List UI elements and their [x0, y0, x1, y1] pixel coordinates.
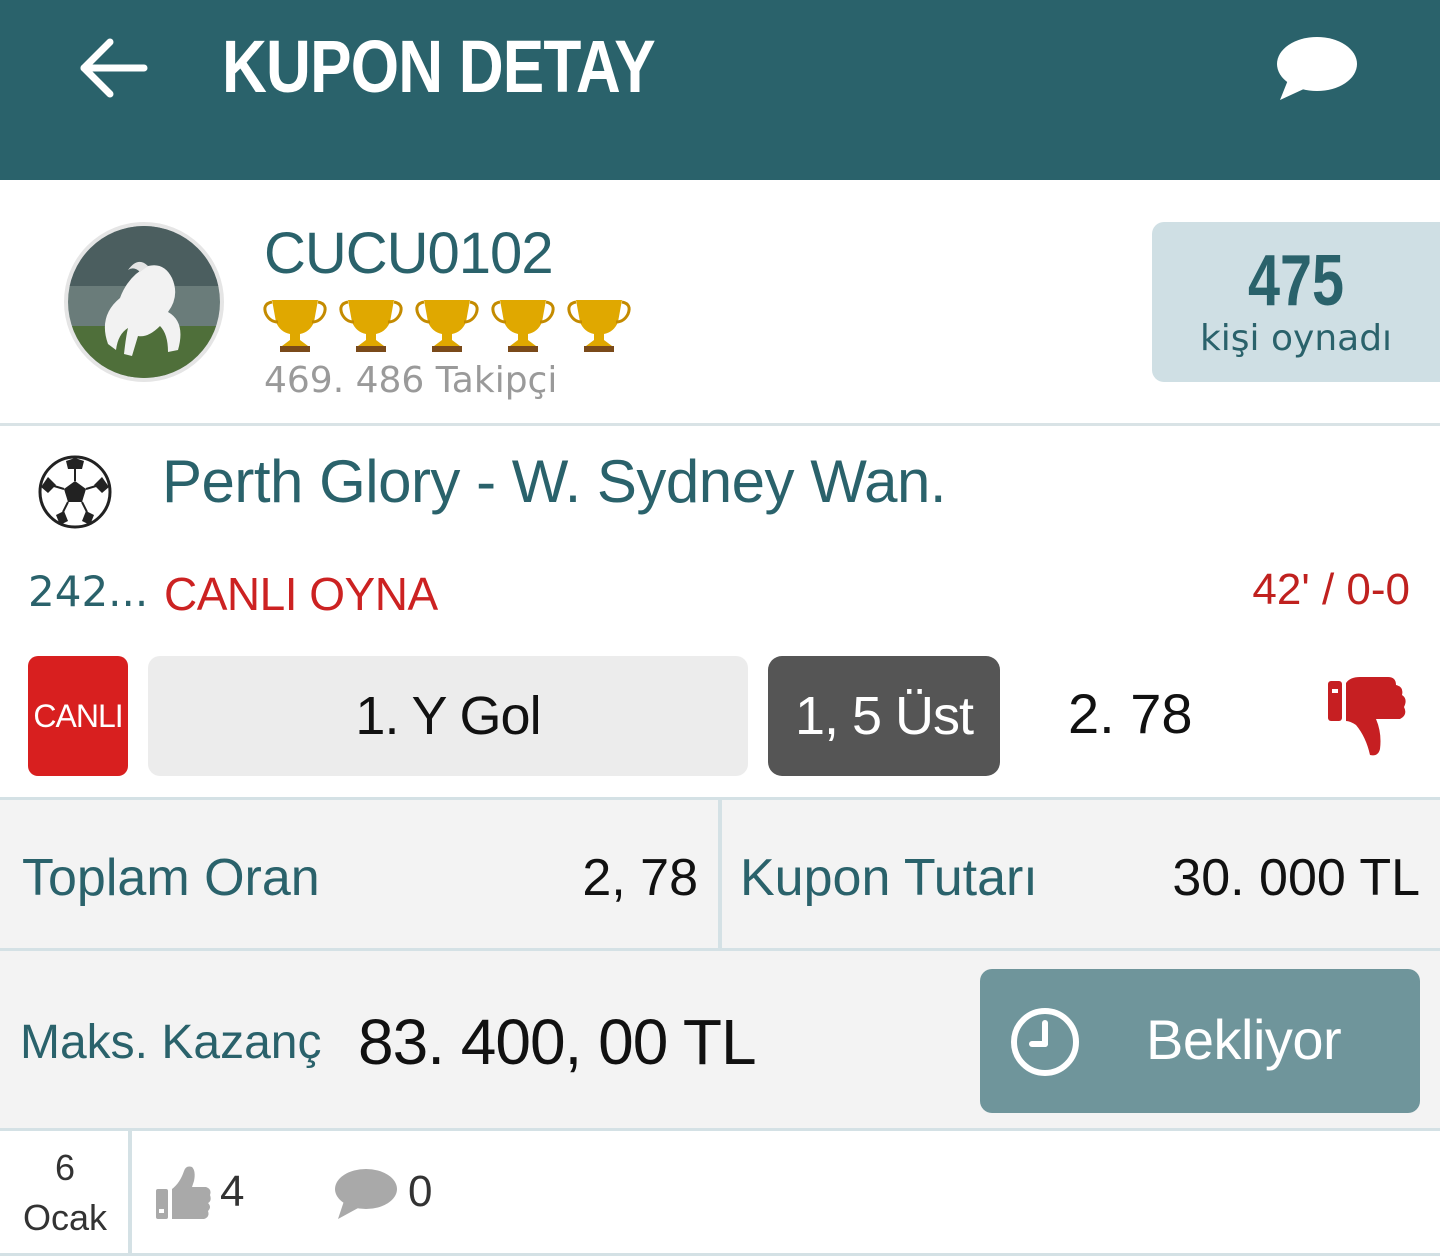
total-odds-value: 2, 78 — [582, 849, 698, 907]
match-teams[interactable]: Perth Glory - W. Sydney Wan. — [162, 447, 947, 516]
thumbs-up-icon[interactable] — [154, 1165, 212, 1223]
chat-button[interactable] — [1272, 30, 1362, 106]
stake-label: Kupon Tutarı — [740, 849, 1038, 907]
trophy-icon — [339, 300, 403, 352]
avatar[interactable] — [64, 222, 224, 382]
bet-odds: 2. 78 — [1068, 682, 1193, 745]
status-label: Bekliyor — [1146, 1008, 1342, 1071]
trophy-icon — [263, 300, 327, 352]
match-code: 242... — [28, 567, 149, 616]
trophy-icon — [491, 300, 555, 352]
follower-count: 469. 486 Takipçi — [264, 360, 558, 401]
thumbs-down-icon — [1328, 677, 1406, 756]
trophy-icon — [415, 300, 479, 352]
live-play-link[interactable]: CANLI OYNA — [164, 567, 438, 621]
clock-icon — [1011, 1008, 1079, 1076]
live-badge: CANLI — [28, 656, 128, 776]
page-title: KUPON DETAY — [222, 25, 656, 108]
comment-count: 0 — [408, 1167, 433, 1216]
match-card: Perth Glory - W. Sydney Wan. 242... CANL… — [0, 429, 1440, 797]
app-header: KUPON DETAY — [0, 0, 1440, 180]
bet-type: 1. Y Gol — [148, 656, 748, 776]
max-win-row: Maks. Kazanç 83. 400, 00 TL Bekliyor — [0, 951, 1440, 1131]
divider — [718, 800, 722, 948]
played-count-box: 475 kişi oynadı — [1152, 222, 1440, 382]
coupon-footer: 6 Ocak 4 0 — [0, 1131, 1440, 1256]
date-day: 6 — [54, 1147, 76, 1188]
max-win-value: 83. 400, 00 TL — [358, 1006, 757, 1078]
divider — [128, 1131, 132, 1253]
status-button[interactable]: Bekliyor — [980, 969, 1420, 1113]
back-button[interactable] — [78, 34, 148, 104]
trophy-icon — [567, 300, 631, 352]
date-month: Ocak — [22, 1197, 108, 1238]
like-count: 4 — [220, 1167, 245, 1216]
bet-pick: 1, 5 Üst — [768, 656, 1000, 776]
username[interactable]: CUCU0102 — [264, 220, 554, 287]
soccer-ball-icon — [38, 455, 112, 529]
live-score: 42' / 0-0 — [1252, 565, 1410, 614]
stake-value: 30. 000 TL — [1172, 849, 1420, 907]
totals-row: Toplam Oran 2, 78 Kupon Tutarı 30. 000 T… — [0, 797, 1440, 951]
comment-icon[interactable] — [332, 1165, 398, 1221]
horse-avatar-image — [68, 226, 220, 378]
max-win-label: Maks. Kazanç — [20, 1016, 322, 1069]
played-count: 475 — [1247, 241, 1345, 321]
played-label: kişi oynadı — [1199, 318, 1393, 359]
profile-section: CUCU0102 469. 486 Takipçi 475 kişi oynad… — [0, 180, 1440, 426]
chat-bubble-icon — [1277, 37, 1357, 100]
arrow-left-icon — [80, 38, 148, 98]
total-odds-label: Toplam Oran — [22, 849, 320, 907]
coupon-date: 6 Ocak — [0, 1143, 130, 1243]
trophy-rating — [262, 296, 632, 354]
